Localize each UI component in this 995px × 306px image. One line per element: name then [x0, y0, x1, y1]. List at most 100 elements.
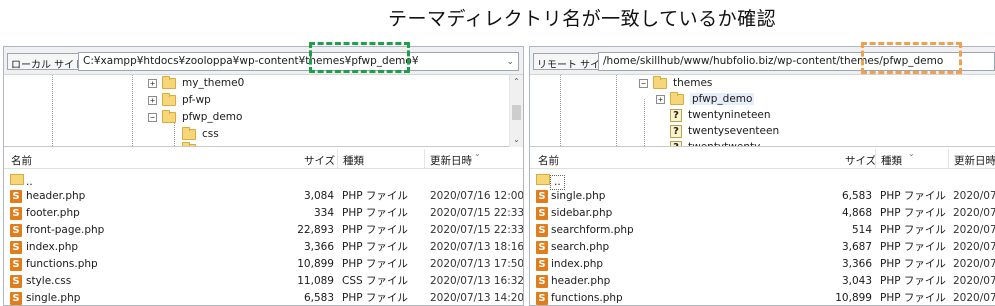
table-row[interactable]: S footer.php 334 PHP ファイル 2020/07/15 22:…: [4, 205, 523, 222]
local-site-pane: ローカル サイト: C:¥xampp¥htdocs¥zooloppa¥wp-co…: [3, 46, 524, 306]
table-row[interactable]: ..: [4, 171, 523, 188]
file-name: single.php: [551, 190, 606, 202]
php-file-icon: S: [536, 189, 548, 203]
remote-directory-tree[interactable]: − themes + pfwp_demo ? twentynineteen ? twen…: [530, 75, 995, 147]
tree-item-pfwp-demo[interactable]: + pfwp_demo: [656, 91, 755, 107]
local-path-input[interactable]: C:¥xampp¥htdocs¥zooloppa¥wp-content¥them…: [78, 52, 519, 71]
chevron-down-icon[interactable]: ⌄: [506, 57, 514, 67]
php-file-icon: S: [10, 206, 22, 220]
unknown-folder-icon: ?: [670, 140, 682, 146]
file-name: functions.php: [26, 258, 98, 270]
table-row[interactable]: S single.php 6,583 PHP ファイル 2020/07/: [530, 188, 995, 205]
column-size[interactable]: サイズ: [845, 153, 876, 168]
file-name: searchform.php: [551, 224, 634, 236]
file-name: sidebar.php: [551, 207, 613, 219]
file-size: 10,899: [835, 292, 872, 304]
file-size: 22,893: [297, 224, 334, 236]
file-type: PHP ファイル: [342, 224, 408, 236]
local-directory-tree[interactable]: + my_theme0 + pf-wp − pfwp_demo css: [4, 75, 523, 147]
php-file-icon: S: [10, 257, 22, 271]
file-size: 6,583: [841, 190, 872, 202]
table-row[interactable]: S searchform.php 514 PHP ファイル 2020/07/: [530, 222, 995, 239]
table-row[interactable]: S sidebar.php 4,868 PHP ファイル 2020/07/: [530, 205, 995, 222]
folder-icon: [182, 126, 196, 140]
tree-guide-line: [644, 99, 645, 146]
file-date: 2020/07/13 17:50: [430, 258, 524, 270]
table-row[interactable]: S index.php 3,366 PHP ファイル 2020/07/13 18…: [4, 239, 523, 256]
file-size: 514: [851, 224, 872, 236]
php-file-icon: S: [536, 206, 548, 220]
expand-icon[interactable]: +: [148, 95, 157, 105]
table-row[interactable]: S style.css 11,089 CSS ファイル 2020/07/13 1…: [4, 273, 523, 290]
php-file-icon: S: [536, 274, 548, 288]
table-row[interactable]: S header.php 3,043 PHP ファイル 2020/07/: [530, 273, 995, 290]
column-size[interactable]: サイズ: [304, 153, 335, 168]
tree-guide-line: [52, 75, 53, 146]
file-type: PHP ファイル: [342, 207, 408, 219]
file-type: PHP ファイル: [342, 258, 408, 270]
table-row[interactable]: S index.php 3,366 PHP ファイル 2020/07/: [530, 256, 995, 273]
tree-item-twentynineteen[interactable]: ? twentynineteen: [670, 107, 771, 123]
expand-icon[interactable]: +: [148, 78, 157, 88]
sort-chevron-icon: ⌄: [474, 149, 481, 158]
scrollbar-thumb[interactable]: [512, 105, 521, 120]
tree-item-css[interactable]: css: [182, 126, 219, 142]
file-size: 3,687: [841, 241, 872, 253]
php-file-icon: S: [10, 223, 22, 237]
scroll-up-icon[interactable]: ⌃: [510, 75, 523, 89]
tree-item-my-theme0[interactable]: + my_theme0: [148, 75, 244, 91]
php-file-icon: S: [536, 291, 548, 305]
unknown-folder-icon: ?: [670, 108, 682, 122]
table-row[interactable]: S functions.php 10,899 PHP ファイル 2020/07/…: [4, 256, 523, 273]
file-type: PHP ファイル: [880, 224, 946, 236]
collapse-icon[interactable]: −: [639, 78, 648, 88]
tree-item-twentytwenty[interactable]: ? twentytwenty: [670, 139, 760, 146]
file-type: PHP ファイル: [880, 292, 946, 304]
table-row[interactable]: S functions.php 10,899 PHP ファイル 2020/07/: [530, 290, 995, 305]
php-file-icon: S: [10, 291, 22, 305]
tree-item-twentyseventeen[interactable]: ? twentyseventeen: [670, 123, 779, 139]
tree-item-themes[interactable]: − themes: [639, 75, 712, 91]
file-name: style.css: [26, 275, 72, 287]
open-folder-icon: [162, 109, 176, 123]
column-type[interactable]: 種類: [875, 149, 902, 169]
file-size: 6,583: [303, 292, 334, 304]
table-row[interactable]: S header.php 3,084 PHP ファイル 2020/07/16 1…: [4, 188, 523, 205]
annotation-title: テーマディレクトリ名が一致しているか確認: [388, 8, 777, 30]
column-modified[interactable]: 更新日時: [948, 149, 995, 169]
file-type: PHP ファイル: [880, 190, 946, 202]
file-name: footer.php: [26, 207, 80, 219]
file-date: 2020/07/: [953, 190, 995, 202]
table-row[interactable]: S search.php 3,687 PHP ファイル 2020/07/: [530, 239, 995, 256]
table-row[interactable]: S front-page.php 22,893 PHP ファイル 2020/07…: [4, 222, 523, 239]
local-path-bar: ローカル サイト: C:¥xampp¥htdocs¥zooloppa¥wp-co…: [4, 47, 523, 75]
column-type[interactable]: 種類: [337, 149, 364, 169]
file-name: single.php: [26, 292, 81, 304]
unknown-folder-icon: ?: [670, 124, 682, 138]
column-name[interactable]: 名前: [538, 153, 559, 168]
php-file-icon: S: [536, 223, 548, 237]
local-file-list[interactable]: .. S header.php 3,084 PHP ファイル 2020/07/1…: [4, 171, 523, 305]
local-tree-scrollbar[interactable]: ⌃ ⌄: [509, 75, 523, 147]
tree-item-pf-wp[interactable]: + pf-wp: [148, 92, 211, 108]
file-date: 2020/07/: [953, 292, 995, 304]
local-theme-dir-highlight: [309, 42, 410, 73]
table-row[interactable]: ..: [530, 171, 995, 190]
file-date: 2020/07/15 22:33: [430, 224, 524, 236]
file-size: 3,084: [303, 190, 334, 202]
file-date: 2020/07/: [953, 258, 995, 270]
column-modified[interactable]: 更新日時: [424, 149, 472, 169]
file-size: 10,899: [297, 258, 334, 270]
file-type: PHP ファイル: [880, 207, 946, 219]
remote-file-list[interactable]: .. S single.php 6,583 PHP ファイル 2020/07/ …: [530, 171, 995, 305]
folder-icon: [670, 91, 684, 105]
table-row[interactable]: S single.php 6,583 PHP ファイル 2020/07/13 1…: [4, 290, 523, 305]
css-file-icon: S: [10, 274, 22, 288]
column-name[interactable]: 名前: [11, 153, 32, 168]
collapse-icon[interactable]: −: [148, 112, 157, 122]
tree-item-pfwp-demo[interactable]: − pfwp_demo: [148, 109, 242, 125]
tree-guide-line: [560, 75, 561, 146]
expand-icon[interactable]: +: [656, 94, 665, 104]
scroll-down-icon[interactable]: ⌄: [510, 133, 523, 147]
php-file-icon: S: [536, 257, 548, 271]
